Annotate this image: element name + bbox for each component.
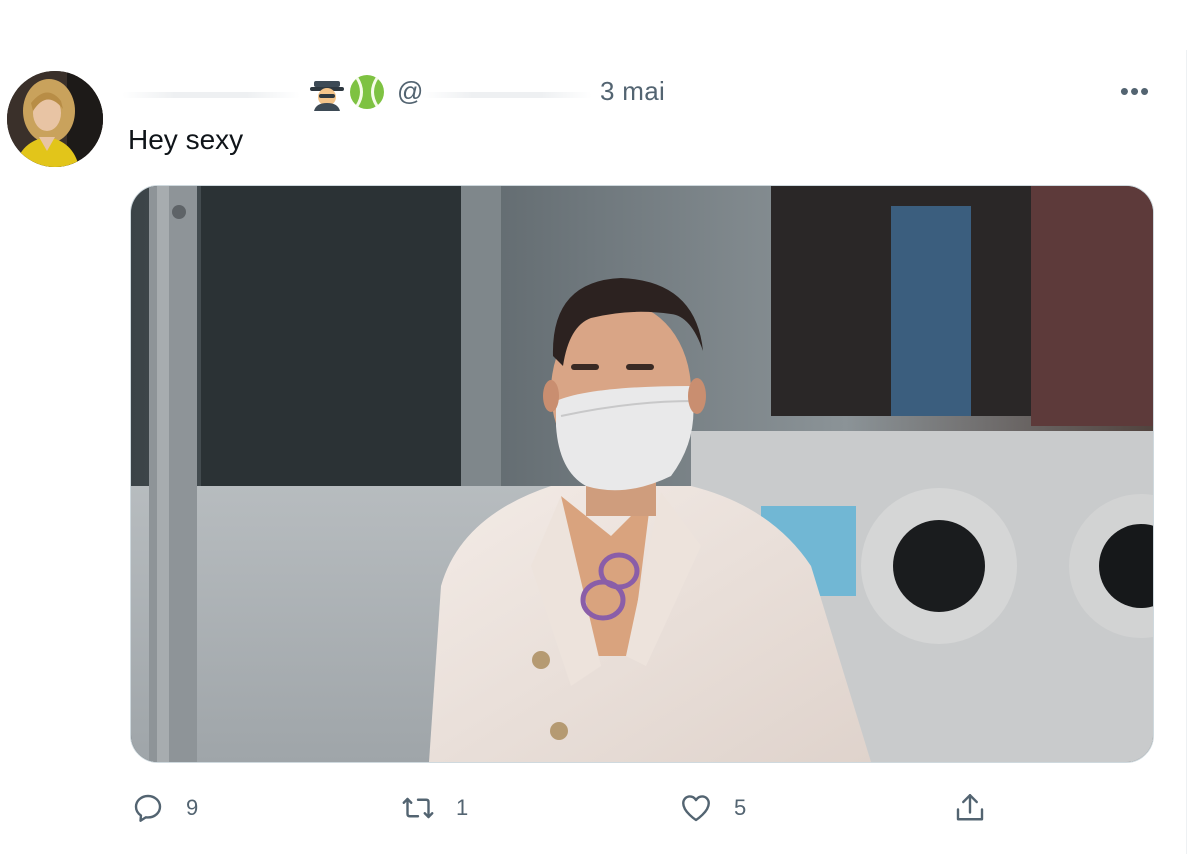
retweet-button[interactable]: 1 bbox=[400, 786, 468, 830]
tweet-photo[interactable] bbox=[130, 185, 1154, 763]
more-options-button[interactable]: ••• bbox=[1117, 72, 1153, 110]
reply-count: 9 bbox=[186, 795, 199, 820]
reply-icon bbox=[134, 794, 162, 822]
like-count: 5 bbox=[734, 795, 747, 820]
tweet-date[interactable]: 3 mai bbox=[600, 76, 665, 107]
tweet-text: Hey sexy bbox=[128, 124, 244, 155]
heart-icon bbox=[682, 795, 710, 822]
tweet-card: @ 3 mai ••• Hey sexy 9 1 5 bbox=[0, 0, 1200, 854]
like-button[interactable]: 5 bbox=[678, 786, 746, 830]
redacted-display-name bbox=[122, 92, 300, 98]
redacted-handle bbox=[422, 92, 592, 98]
detective-icon bbox=[310, 81, 344, 111]
share-button[interactable] bbox=[952, 786, 988, 830]
tennis-ball-icon bbox=[350, 75, 384, 109]
retweet-icon bbox=[402, 797, 434, 819]
retweet-count: 1 bbox=[456, 795, 469, 820]
column-divider bbox=[1186, 50, 1187, 854]
handle-prefix[interactable]: @ bbox=[397, 76, 423, 107]
avatar[interactable] bbox=[7, 71, 103, 167]
tweet-header: @ 3 mai ••• bbox=[122, 72, 1162, 116]
reply-button[interactable]: 9 bbox=[130, 786, 198, 830]
share-icon bbox=[956, 794, 984, 821]
